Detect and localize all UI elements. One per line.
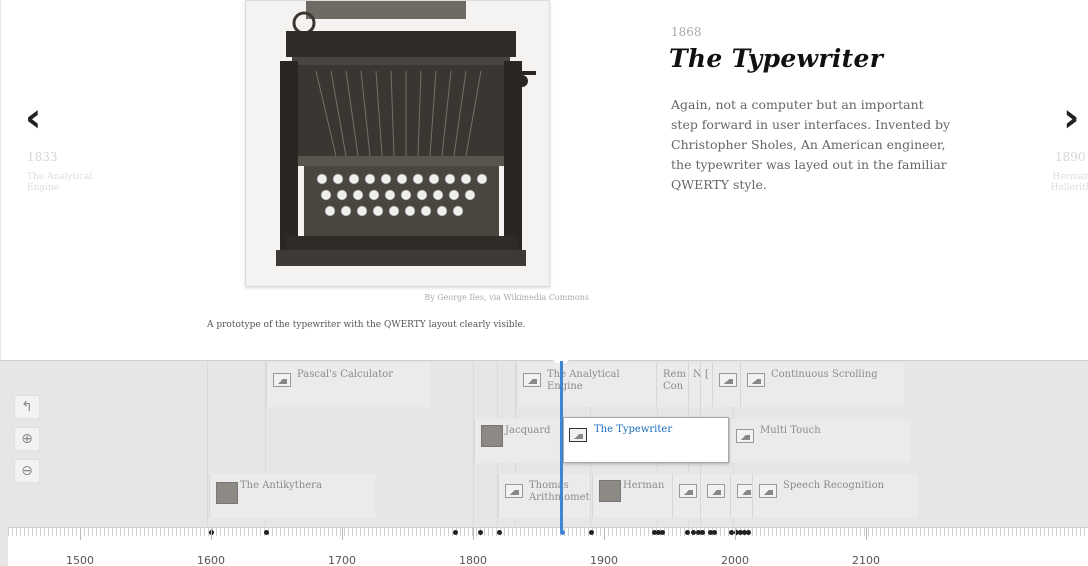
marker-pascals-calculator[interactable]: Pascal's Calculator [266,363,430,407]
marker-herman[interactable]: Herman [592,474,672,518]
media-credit: By George Iles, via Wikimedia Commons [424,293,589,302]
axis-label: 2000 [721,554,749,566]
herman-thumbnail [599,480,621,502]
jacquard-thumbnail [481,425,503,447]
marker-label: Speech Recognition [783,480,885,491]
back-icon: ↰ [21,399,33,415]
major-tick [735,528,736,540]
typewriter-image [246,1,549,286]
marker-continuous-scrolling[interactable]: Continuous Scrolling [740,363,904,407]
event-dot[interactable] [452,530,458,535]
image-icon [273,373,291,387]
marker-the-antikythera[interactable]: The Antikythera [209,474,375,518]
marker-label: Rem Con [663,369,686,392]
major-tick [866,528,867,540]
image-icon [707,484,725,498]
media-caption: A prototype of the typewriter with the Q… [207,320,526,330]
marker-image-item[interactable] [730,474,752,518]
previous-slide-title[interactable]: The Analytical Engine [27,172,117,194]
marker-label: Jacquard [505,425,551,436]
current-event-line [560,361,563,533]
marker-speech-recognition[interactable]: Speech Recognition [752,474,918,518]
marker-label: Herman [623,480,665,491]
marker-label: The Typewriter [594,424,673,435]
next-slide-year[interactable]: 1890 [1055,150,1086,164]
marker-the-typewriter[interactable]: The Typewriter [563,417,729,463]
event-dot[interactable] [477,530,483,535]
image-icon [719,373,737,387]
marker-bracket[interactable]: [ [700,363,712,407]
image-icon [505,484,523,498]
marker-label: The Analytical Engine [547,369,620,392]
axis-label: 2100 [852,554,880,566]
zoom-in-button[interactable]: ⊕ [14,427,40,451]
event-date: 1868 [671,25,702,39]
back-to-start-button[interactable]: ↰ [14,395,40,419]
image-icon [569,428,587,442]
marker-image-item[interactable] [672,474,700,518]
next-slide-title[interactable]: Herman Hollerith [1041,172,1088,194]
chevron-right-icon[interactable]: › [1063,98,1079,138]
event-headline: The Typewriter [669,44,884,73]
marker-image-item[interactable] [700,474,730,518]
major-tick [211,528,212,540]
event-dot[interactable] [264,530,270,535]
axis-label: 1900 [590,554,618,566]
previous-slide-year[interactable]: 1833 [27,150,58,164]
marker-multi-touch[interactable]: Multi Touch [729,419,911,463]
axis-label: 1800 [459,554,487,566]
marker-rem-con[interactable]: Rem Con [656,363,688,407]
typewriter-photo [245,0,550,287]
chevron-left-icon[interactable]: ‹ [25,98,41,138]
event-description: Again, not a computer but an important s… [671,97,951,192]
image-icon [737,484,752,498]
story-slider: ‹ 1833 The Analytical Engine › 1890 Herm… [0,0,1088,360]
marker-label: Thomas Arithmometer [529,480,590,503]
marker-label: Continuous Scrolling [771,369,878,380]
axis-label: 1700 [328,554,356,566]
marker-analytical-engine[interactable]: The Analytical Engine [516,363,656,407]
event-dot[interactable] [588,530,594,535]
marker-label: Pascal's Calculator [297,369,394,380]
major-tick [604,528,605,540]
axis-label: 1600 [197,554,225,566]
marker-image-item[interactable] [712,363,740,407]
major-tick [80,528,81,540]
marker-label: Multi Touch [760,425,821,436]
antikythera-thumbnail [216,482,238,504]
time-axis[interactable]: 1500 1600 1700 1800 1900 2000 2100 [8,527,1088,566]
event-dot[interactable] [712,530,718,535]
minor-ticks [8,528,1088,536]
zoom-out-button[interactable]: ⊖ [14,459,40,483]
axis-label: 1500 [66,554,94,566]
marker-label: N [693,369,700,381]
zoom-out-icon: ⊖ [21,463,33,479]
zoom-in-icon: ⊕ [21,431,33,447]
image-icon [523,373,541,387]
timeline-navigator[interactable]: Pascal's Calculator The Analytical Engin… [0,360,1088,566]
event-dot[interactable] [684,530,690,535]
major-tick [473,528,474,540]
image-icon [736,429,754,443]
marker-n[interactable]: N [688,363,700,407]
gridline [207,361,208,529]
image-icon [747,373,765,387]
marker-jacquard[interactable]: Jacquard [474,419,564,463]
marker-label: The Antikythera [240,480,322,491]
image-icon [679,484,697,498]
image-icon [759,484,777,498]
major-tick [342,528,343,540]
event-dot[interactable] [659,530,665,535]
marker-thomas-arithmometer[interactable]: Thomas Arithmometer [498,474,590,518]
marker-label: [ [705,369,709,380]
